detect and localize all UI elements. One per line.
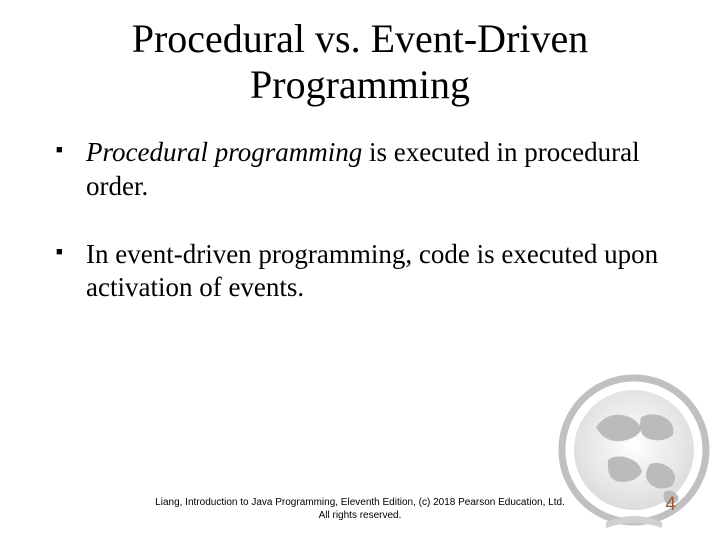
footer-line1: Liang, Introduction to Java Programming,… (0, 497, 720, 510)
page-number: 4 (665, 494, 676, 516)
slide-title: Procedural vs. Event-Driven Programming (40, 16, 680, 108)
footer: Liang, Introduction to Java Programming,… (0, 497, 720, 522)
list-item: In event-driven programming, code is exe… (62, 238, 680, 306)
bullet-text: In event-driven programming, code is exe… (86, 239, 658, 303)
slide: Procedural vs. Event-Driven Programming … (0, 0, 720, 540)
bullet-list: Procedural programming is executed in pr… (40, 136, 680, 305)
list-item: Procedural programming is executed in pr… (62, 136, 680, 204)
bullet-emphasis: Procedural programming (86, 137, 362, 167)
footer-line2: All rights reserved. (0, 510, 720, 523)
